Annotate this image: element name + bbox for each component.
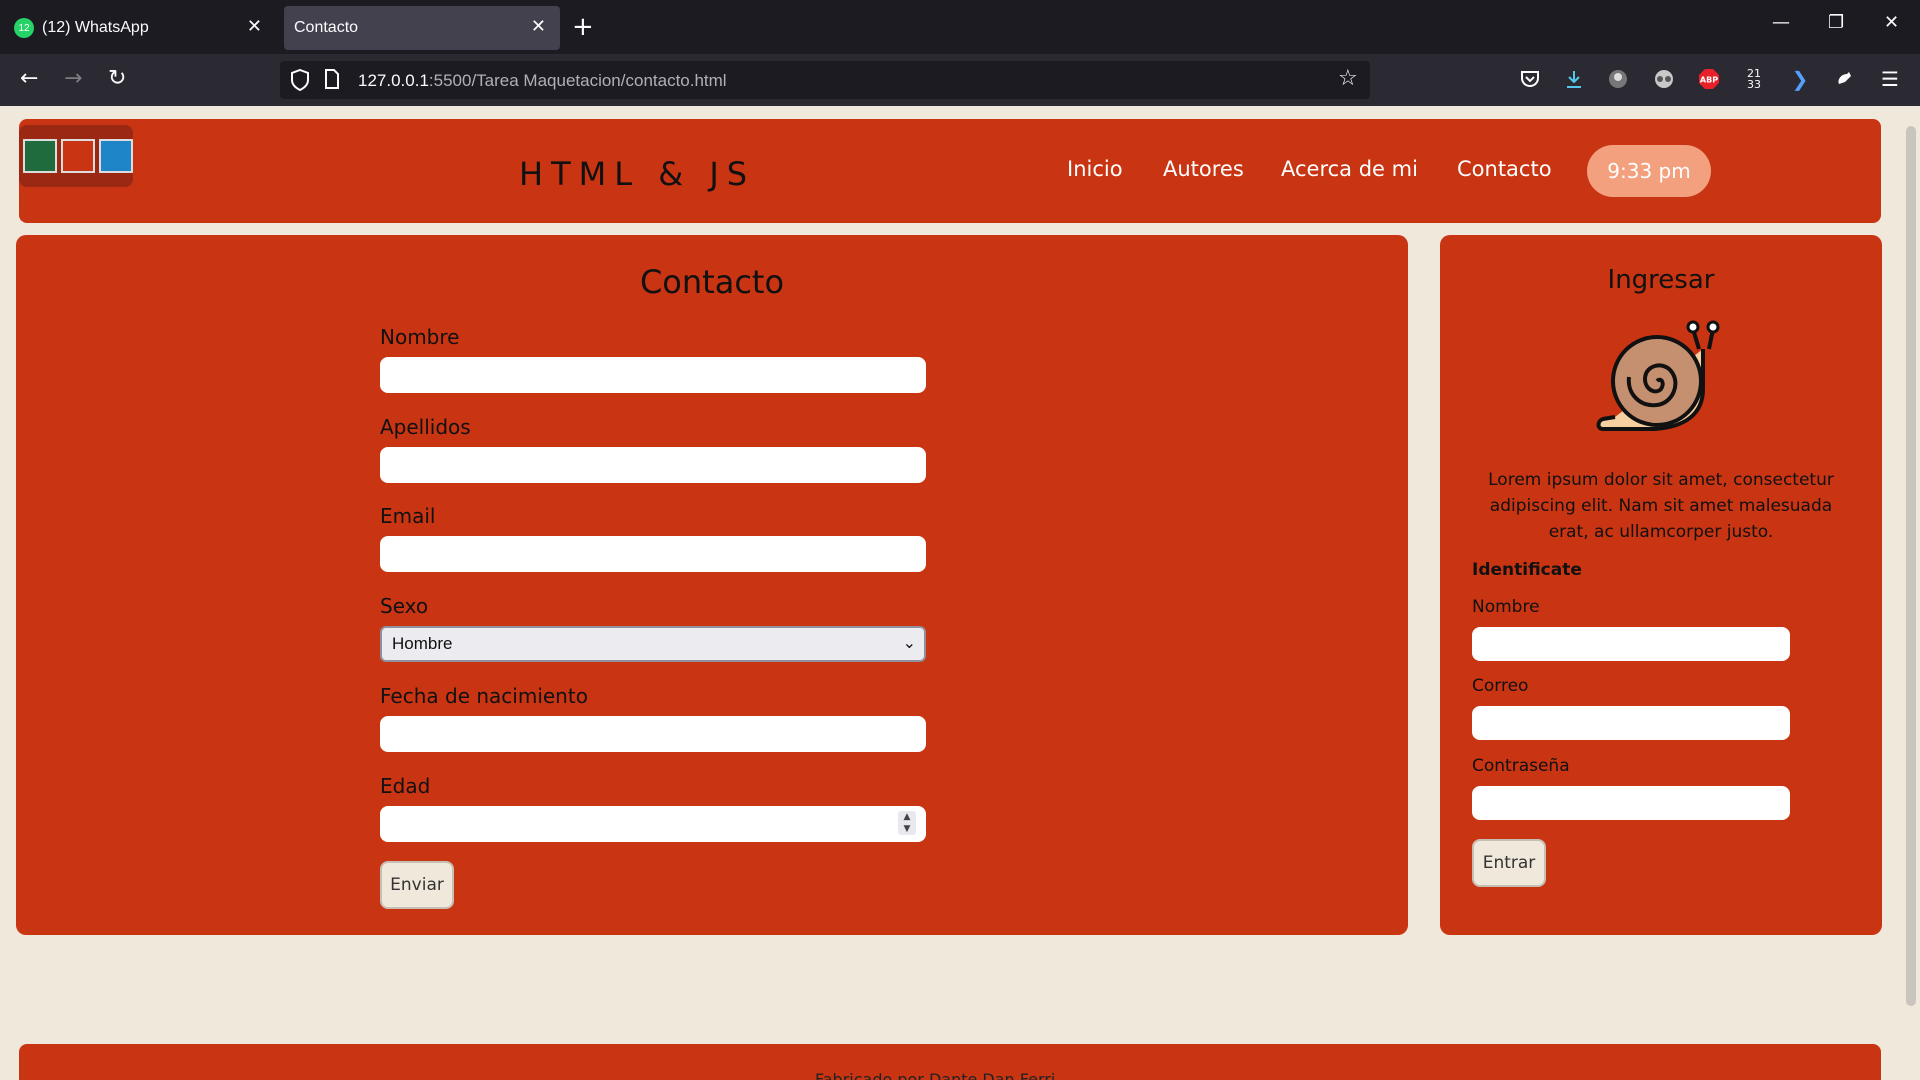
url-bar[interactable]: 127.0.0.1:5500/Tarea Maquetacion/contact… [280,61,1370,99]
shield-icon[interactable] [290,68,310,96]
enviar-button[interactable]: Enviar [380,861,454,909]
entrar-button[interactable]: Entrar [1472,839,1546,887]
email-input[interactable] [380,536,926,572]
site-footer: Fabricado por Dante Dan Ferri... [19,1044,1881,1080]
theme-switcher [19,125,133,187]
sexo-select[interactable]: Hombre ⌄ [380,626,926,662]
nombre-label: Nombre [380,325,460,349]
nav-link-inicio[interactable]: Inicio [1067,157,1123,181]
restore-icon[interactable]: ❐ [1828,12,1844,33]
whatsapp-icon: 12 [14,18,34,38]
number-spinner-icon[interactable]: ▲ ▼ [898,811,916,835]
menu-icon[interactable]: ☰ [1878,67,1902,91]
theme-swatch-blue[interactable] [99,139,133,173]
extensions-icon[interactable] [1832,67,1856,91]
edad-label: Edad [380,774,431,798]
time-badge: 9:33 pm [1587,145,1711,197]
back-icon[interactable]: ← [20,66,38,91]
bookmark-star-icon[interactable]: ☆ [1338,66,1358,91]
sexo-selected-value: Hombre [392,634,453,653]
login-panel: Ingresar Lorem ipsum dolor sit amet, con… [1440,235,1882,935]
minimize-icon[interactable]: — [1772,12,1790,33]
snail-icon [1596,320,1720,431]
apellidos-input[interactable] [380,447,926,483]
tab-whatsapp[interactable]: 12 (12) WhatsApp ✕ [6,6,276,50]
fecha-label: Fecha de nacimiento [380,684,588,708]
window-close-icon[interactable]: ✕ [1884,12,1899,33]
email-label: Email [380,504,436,528]
url-host: 127.0.0.1 [358,71,429,90]
login-description: Lorem ipsum dolor sit amet, consectetur … [1488,470,1834,542]
contact-title: Contacto [639,263,785,301]
password-input[interactable] [1472,786,1790,820]
page-icon [324,69,340,94]
nav-link-acerca[interactable]: Acerca de mi [1281,157,1418,181]
correo-label: Correo [1472,676,1529,696]
identify-heading: Identificate [1472,560,1582,580]
sexo-label: Sexo [380,594,429,618]
adblock-icon[interactable]: ABP [1697,67,1721,91]
nav-link-contacto[interactable]: Contacto [1457,157,1552,181]
apellidos-label: Apellidos [380,415,471,439]
fecha-input[interactable] [380,716,926,752]
download-icon[interactable] [1562,67,1586,91]
forward-icon[interactable]: → [64,66,82,91]
site-header: HTML & JS Inicio Autores Acerca de mi Co… [19,119,1881,223]
close-icon[interactable]: ✕ [531,16,546,37]
url-path: :5500/Tarea Maquetacion/contacto.html [428,71,727,90]
site-brand: HTML & JS [519,155,756,193]
edad-input[interactable]: ▲ ▼ [380,806,926,842]
pocket-icon[interactable] [1518,67,1542,91]
theme-swatch-green[interactable] [23,139,57,173]
reload-icon[interactable]: ↻ [108,66,126,91]
page-viewport: HTML & JS Inicio Autores Acerca de mi Co… [0,106,1920,1080]
arrow-extension-icon[interactable]: ❯ [1788,67,1812,91]
close-icon[interactable]: ✕ [247,16,262,37]
nombre-input[interactable] [380,357,926,393]
profile-extension-icon[interactable] [1606,67,1630,91]
login-nombre-input[interactable] [1472,627,1790,661]
tab-contacto[interactable]: Contacto ✕ [284,6,560,50]
login-nombre-label: Nombre [1472,597,1540,617]
footer-text: Fabricado por Dante Dan Ferri... [815,1070,1071,1080]
browser-nav-bar: ← → ↻ 127.0.0.1:5500/Tarea Maquetacion/c… [0,54,1920,106]
glasses-extension-icon[interactable] [1652,67,1676,91]
nav-link-autores[interactable]: Autores [1163,157,1244,181]
clock-extension-icon[interactable]: 21 33 [1742,67,1766,91]
chevron-down-icon: ⌄ [902,635,916,652]
correo-input[interactable] [1472,706,1790,740]
page-scrollbar[interactable] [1906,126,1916,1006]
tab-label: Contacto [294,19,359,36]
password-label: Contraseña [1472,756,1570,776]
login-title: Ingresar [1607,265,1715,295]
theme-swatch-red[interactable] [61,139,95,173]
contact-panel: Contacto Nombre Apellidos Email Sexo Hom… [16,235,1408,935]
new-tab-icon[interactable]: + [572,12,594,42]
tab-label: (12) WhatsApp [42,19,149,36]
svg-text:ABP: ABP [1700,76,1718,85]
url-text: 127.0.0.1:5500/Tarea Maquetacion/contact… [358,71,727,91]
browser-tab-bar: 12 (12) WhatsApp ✕ Contacto ✕ + — ❐ ✕ [0,0,1920,54]
